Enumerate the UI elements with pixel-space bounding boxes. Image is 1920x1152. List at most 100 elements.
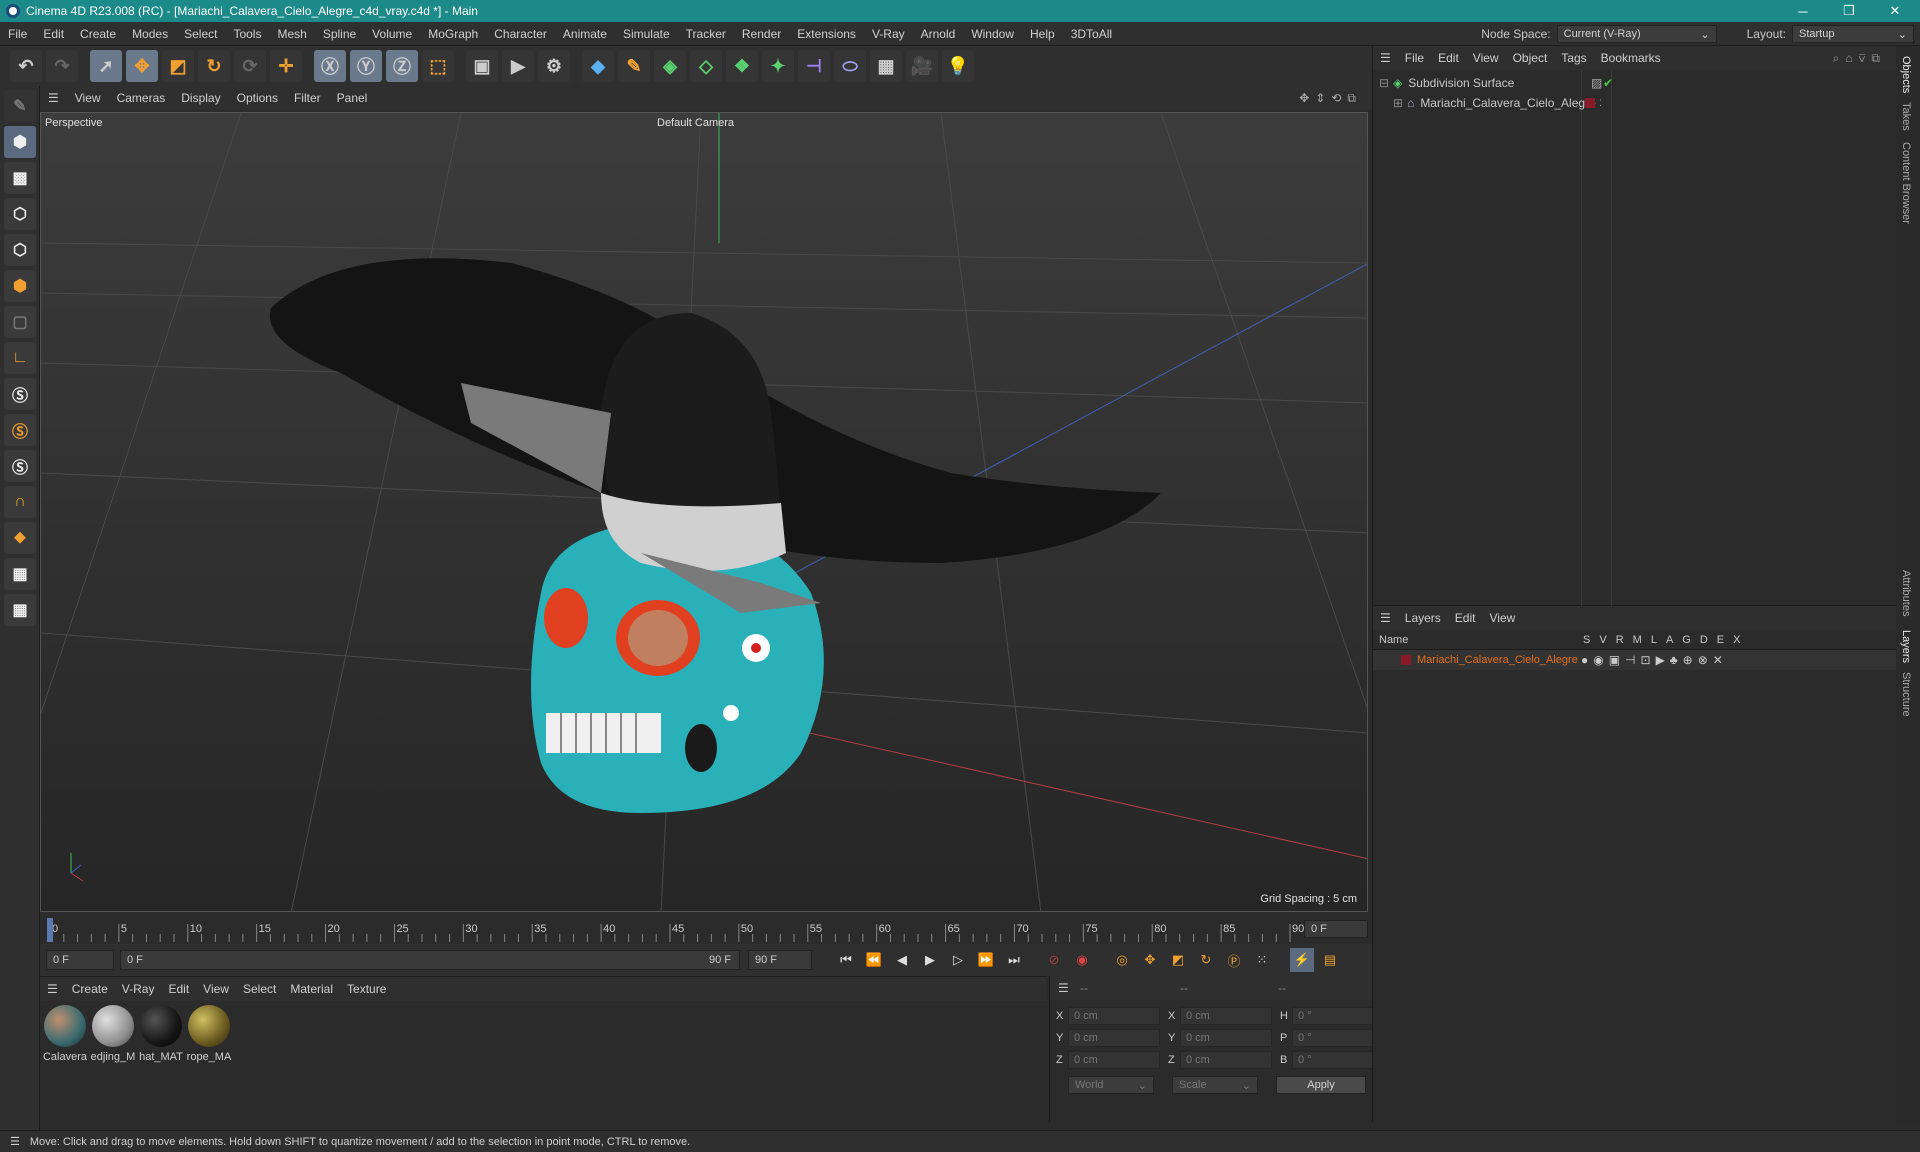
position-z-field[interactable]: 0 cm bbox=[1068, 1051, 1160, 1069]
end-frame-field[interactable]: 90 F bbox=[748, 950, 812, 970]
menu-mograph[interactable]: MoGraph bbox=[420, 27, 486, 41]
restore-icon[interactable]: ❐ bbox=[1826, 0, 1872, 22]
menu-help[interactable]: Help bbox=[1022, 27, 1063, 41]
viewport-nav-icons[interactable]: ✥⇕⟲⧉ bbox=[1299, 91, 1362, 106]
record-keys-icon[interactable]: ⊘ bbox=[1042, 948, 1066, 972]
viewport-menu-display[interactable]: Display bbox=[173, 91, 228, 105]
tab-structure[interactable]: Structure bbox=[1900, 672, 1912, 717]
viewport-menu-panel[interactable]: Panel bbox=[329, 91, 376, 105]
rotate-tool-icon[interactable]: ↻ bbox=[198, 50, 230, 82]
tab-content-browser[interactable]: Content Browser bbox=[1900, 142, 1912, 224]
motion-system-icon[interactable]: ⚡ bbox=[1290, 948, 1314, 972]
layer-name[interactable]: Mariachi_Calavera_Cielo_Alegre bbox=[1417, 654, 1578, 666]
go-to-start-icon[interactable]: ⏮ bbox=[834, 948, 858, 972]
make-editable-icon[interactable]: ✎ bbox=[4, 90, 36, 122]
recent-tool-icon[interactable]: ⟳ bbox=[234, 50, 266, 82]
search-icon[interactable]: ⌕⌂⊽⧉ bbox=[1833, 51, 1886, 66]
viewport-menu-view[interactable]: View bbox=[67, 91, 109, 105]
key-pla-icon[interactable]: ⁙ bbox=[1250, 948, 1274, 972]
objects-menu-edit[interactable]: Edit bbox=[1431, 51, 1466, 65]
viewport-camera-label[interactable]: Default Camera bbox=[657, 117, 734, 129]
material-menu-create[interactable]: Create bbox=[65, 982, 115, 996]
axis-tool-icon[interactable]: ✛ bbox=[270, 50, 302, 82]
objects-menu-object[interactable]: Object bbox=[1506, 51, 1555, 65]
size-mode-dropdown[interactable]: Scale ⌄ bbox=[1172, 1076, 1258, 1094]
camera-icon[interactable]: 🎥 bbox=[906, 50, 938, 82]
subdivision-icon[interactable]: ◈ bbox=[654, 50, 686, 82]
hamburger-icon[interactable]: ☰ bbox=[40, 91, 67, 105]
material-swatch[interactable]: Calavera bbox=[42, 1005, 88, 1063]
material-menu-texture[interactable]: Texture bbox=[340, 982, 393, 996]
material-menu-view[interactable]: View bbox=[196, 982, 236, 996]
material-menu-select[interactable]: Select bbox=[236, 982, 283, 996]
material-menu-material[interactable]: Material bbox=[283, 982, 340, 996]
select-tool-icon[interactable]: ➚ bbox=[90, 50, 122, 82]
grid-icon[interactable]: ▦ bbox=[4, 558, 36, 590]
tab-takes[interactable]: Takes bbox=[1900, 102, 1912, 131]
objects-menu-file[interactable]: File bbox=[1398, 51, 1431, 65]
menu-tools[interactable]: Tools bbox=[225, 27, 269, 41]
material-swatch[interactable]: edjing_M bbox=[90, 1005, 136, 1063]
position-x-field[interactable]: 0 cm bbox=[1068, 1007, 1160, 1025]
key-position-icon[interactable]: ✥ bbox=[1138, 948, 1162, 972]
perspective-viewport[interactable]: Perspective Default Camera Grid Spacing … bbox=[40, 112, 1368, 912]
viewport-menu-cameras[interactable]: Cameras bbox=[109, 91, 174, 105]
viewport-menu-options[interactable]: Options bbox=[229, 91, 286, 105]
layers-menu-view[interactable]: View bbox=[1482, 611, 1522, 625]
menu-mesh[interactable]: Mesh bbox=[269, 27, 314, 41]
workplane-icon[interactable]: ⬥ bbox=[4, 522, 36, 554]
menu-tracker[interactable]: Tracker bbox=[678, 27, 734, 41]
collapse-icon[interactable]: ⊟ bbox=[1379, 76, 1389, 90]
extrude-icon[interactable]: ◇ bbox=[690, 50, 722, 82]
deformer-icon[interactable]: ⊣ bbox=[798, 50, 830, 82]
playhead[interactable] bbox=[47, 918, 53, 942]
layer-color-swatch[interactable] bbox=[1401, 655, 1411, 665]
menu-extensions[interactable]: Extensions bbox=[789, 27, 864, 41]
menu-simulate[interactable]: Simulate bbox=[615, 27, 678, 41]
rotation-b-field[interactable]: 0 ° bbox=[1292, 1051, 1384, 1069]
close-icon[interactable]: ✕ bbox=[1872, 0, 1918, 22]
uv-mode-icon[interactable]: ▢ bbox=[4, 306, 36, 338]
snap-settings-icon[interactable]: Ⓢ bbox=[4, 414, 36, 446]
move-tool-icon[interactable]: ✥ bbox=[126, 50, 158, 82]
redo-icon[interactable]: ↷ bbox=[46, 50, 78, 82]
cloner-icon[interactable]: ❖ bbox=[726, 50, 758, 82]
layers-menu-edit[interactable]: Edit bbox=[1448, 611, 1483, 625]
light-icon[interactable]: 💡 bbox=[942, 50, 974, 82]
menu-file[interactable]: File bbox=[0, 27, 35, 41]
viewport-menu-filter[interactable]: Filter bbox=[286, 91, 329, 105]
hamburger-icon[interactable]: ☰ bbox=[0, 1135, 30, 1148]
hamburger-icon[interactable]: ☰ bbox=[1050, 981, 1077, 995]
y-axis-lock-icon[interactable]: Ⓨ bbox=[350, 50, 382, 82]
layer-row[interactable]: Mariachi_Calavera_Cielo_Alegre ●◉▣⊣⊡▶♣⊕⊗… bbox=[1373, 650, 1896, 670]
coordinate-space-dropdown[interactable]: World ⌄ bbox=[1068, 1076, 1154, 1094]
objects-menu-bookmarks[interactable]: Bookmarks bbox=[1594, 51, 1668, 65]
menu-edit[interactable]: Edit bbox=[35, 27, 72, 41]
locked-workplane-icon[interactable]: ▦ bbox=[4, 594, 36, 626]
tab-attributes[interactable]: Attributes bbox=[1900, 570, 1912, 616]
cube-icon[interactable]: ◆ bbox=[582, 50, 614, 82]
auto-key-icon[interactable]: ◉ bbox=[1070, 948, 1094, 972]
play-icon[interactable]: ▶ bbox=[918, 948, 942, 972]
timeline-window-icon[interactable]: ▤ bbox=[1318, 948, 1342, 972]
rotation-h-field[interactable]: 0 ° bbox=[1292, 1007, 1384, 1025]
objects-menu-tags[interactable]: Tags bbox=[1554, 51, 1593, 65]
size-z-field[interactable]: 0 cm bbox=[1180, 1051, 1272, 1069]
frame-range-slider[interactable]: 0 F 90 F bbox=[120, 950, 740, 970]
menu-character[interactable]: Character bbox=[486, 27, 555, 41]
polygon-mode-icon[interactable]: ⬢ bbox=[4, 270, 36, 302]
point-mode-icon[interactable]: ⬡ bbox=[4, 198, 36, 230]
object-row-subdivision[interactable]: ⊟ ◈ Subdivision Surface ▨ ✔ bbox=[1379, 74, 1613, 92]
model-mode-icon[interactable]: ⬢ bbox=[4, 126, 36, 158]
menu-select[interactable]: Select bbox=[176, 27, 225, 41]
magnet-icon[interactable]: ∩ bbox=[4, 486, 36, 518]
material-menu-edit[interactable]: Edit bbox=[161, 982, 196, 996]
scale-tool-icon[interactable]: ◩ bbox=[162, 50, 194, 82]
workplane-snap-icon[interactable]: Ⓢ bbox=[4, 450, 36, 482]
objects-menu-view[interactable]: View bbox=[1466, 51, 1506, 65]
mograph-icon[interactable]: ✦ bbox=[762, 50, 794, 82]
menu-modes[interactable]: Modes bbox=[124, 27, 176, 41]
edge-mode-icon[interactable]: ⬡ bbox=[4, 234, 36, 266]
enabled-check-icon[interactable]: ✔ bbox=[1603, 76, 1613, 90]
material-swatch[interactable]: rope_MA bbox=[186, 1005, 232, 1063]
